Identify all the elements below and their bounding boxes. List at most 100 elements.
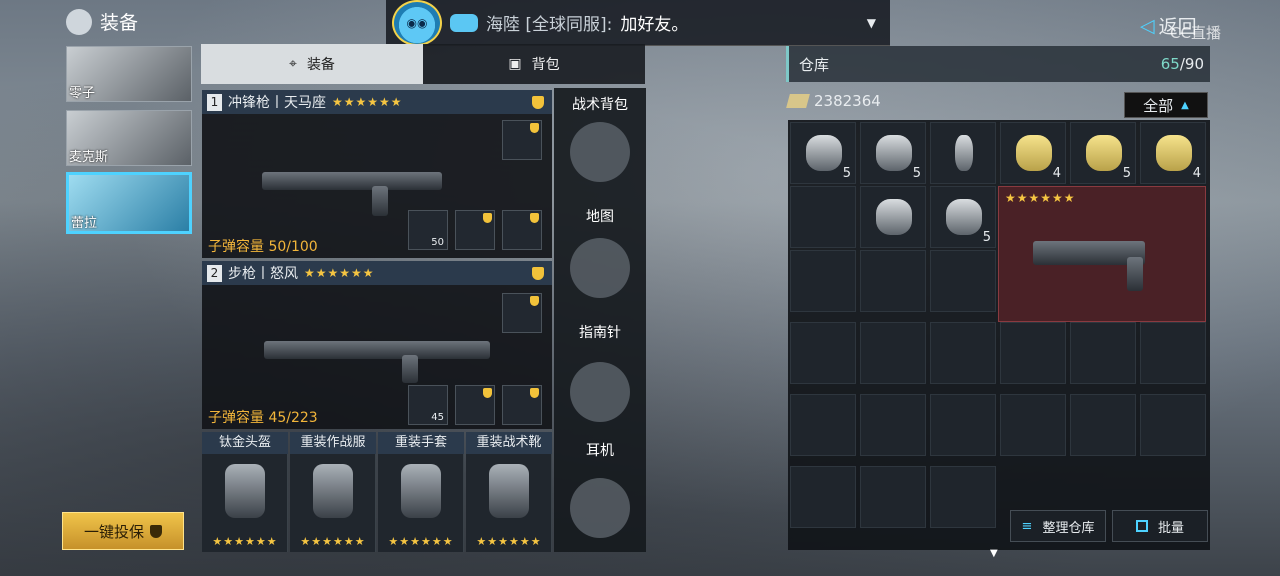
tab-equipment[interactable]: ⌖ 装备 <box>201 44 423 84</box>
vest-icon <box>313 464 353 518</box>
weapon-header: 1 冲锋枪丨天马座 ★★★★★★ <box>202 90 552 114</box>
item-qty: 4 <box>1052 166 1061 181</box>
magazine-slot[interactable]: 45 <box>408 385 448 425</box>
insured-shield-icon <box>532 95 544 109</box>
currency: 2382364 <box>786 92 881 110</box>
stock-slot[interactable] <box>502 385 542 425</box>
inventory-slot[interactable]: 5 <box>790 122 856 184</box>
inventory-slot-empty[interactable] <box>930 322 996 384</box>
inventory-slot-empty[interactable] <box>860 322 926 384</box>
batch-button[interactable]: 批量 <box>1112 510 1208 542</box>
inventory-slot-empty[interactable] <box>1070 394 1136 456</box>
inventory-slot-empty[interactable] <box>930 466 996 528</box>
weapon-panel-2[interactable]: 2 步枪丨怒风 ★★★★★★ 45 子弹容量 45/223 <box>202 261 552 429</box>
inventory-slot[interactable]: 5 <box>930 186 996 248</box>
compass-label: 指南针 <box>579 325 621 341</box>
weapon-panel-1[interactable]: 1 冲锋枪丨天马座 ★★★★★★ 50 子弹容量 50/100 <box>202 90 552 258</box>
ammo-pack-icon <box>1016 135 1052 171</box>
map-label: 地图 <box>586 209 614 225</box>
weapon-name: 步枪丨怒风 <box>228 266 298 282</box>
helmet-slot[interactable]: ★★★★★★ <box>202 454 288 552</box>
inventory-slot-empty[interactable] <box>790 186 856 248</box>
map-icon[interactable] <box>570 238 630 298</box>
weapon-name: 冲锋枪丨天马座 <box>228 95 326 111</box>
chevron-down-icon[interactable]: ▼ <box>867 16 876 30</box>
chat-channel: 海陸 [全球同服]: <box>486 15 613 35</box>
filter-label: 全部 <box>1143 96 1174 115</box>
inventory-slot[interactable] <box>860 186 926 248</box>
inventory-slot-empty[interactable] <box>1000 322 1066 384</box>
armor-label: 钛金头盔 <box>202 432 288 454</box>
drum-mag-icon <box>876 199 912 235</box>
character-card-0[interactable]: 零子 <box>66 46 192 102</box>
attachment-slot[interactable] <box>455 210 495 250</box>
suit-slot[interactable]: ★★★★★★ <box>290 454 376 552</box>
scroll-down-icon[interactable]: ▼ <box>990 548 998 559</box>
pistol-grip <box>1127 257 1143 291</box>
headset-icon[interactable] <box>570 478 630 538</box>
insure-all-button[interactable]: 一键投保 <box>62 512 184 550</box>
stock-slot[interactable] <box>502 210 542 250</box>
inventory-slot[interactable]: 4 <box>1140 122 1206 184</box>
inventory-slot-empty[interactable] <box>1140 394 1206 456</box>
inventory-slot-empty[interactable] <box>1000 394 1066 456</box>
inventory-slot-empty[interactable] <box>860 394 926 456</box>
chat-bar[interactable]: ◉◉ 海陸 [全球同服]: 加好友。 ▼ <box>386 0 890 46</box>
inventory-slot-empty[interactable] <box>790 394 856 456</box>
inventory-slot-empty[interactable] <box>930 394 996 456</box>
character-card-2[interactable]: 蕾拉 <box>66 172 192 234</box>
inventory-slot-empty[interactable] <box>790 250 856 312</box>
inventory-slot[interactable]: 5 <box>1070 122 1136 184</box>
weapon-index: 1 <box>207 93 222 111</box>
armor-row: 钛金头盔 重装作战服 重装手套 重装战术靴 ★★★★★★ ★★★★★★ ★★★★… <box>202 432 552 552</box>
inventory-slot[interactable] <box>930 122 996 184</box>
rifle-icon: ⌖ <box>289 56 297 72</box>
helmet-icon <box>225 464 265 518</box>
shield-icon <box>150 524 162 538</box>
selected-weapon-item[interactable]: ★★★★★★ <box>998 186 1206 322</box>
grenade-icon <box>946 199 982 235</box>
watermark: CC直播 <box>1170 24 1221 42</box>
list-icon: ≡ <box>1021 518 1033 534</box>
inventory-slot-empty[interactable] <box>790 466 856 528</box>
item-qty: 4 <box>1192 166 1201 181</box>
backpack-slot-icon[interactable] <box>570 122 630 182</box>
inventory-slot[interactable]: 4 <box>1000 122 1066 184</box>
item-qty: 5 <box>912 166 921 181</box>
scope-slot[interactable] <box>502 293 542 333</box>
item-stars: ★★★★★★ <box>388 535 454 548</box>
smg-image <box>262 172 442 190</box>
inventory-slot-empty[interactable] <box>930 250 996 312</box>
warehouse-count: 65 <box>1160 55 1180 73</box>
inventory-slot-empty[interactable] <box>790 322 856 384</box>
armor-label: 重装手套 <box>378 432 464 454</box>
insured-shield-icon <box>532 266 544 280</box>
rifle-image <box>264 341 490 359</box>
sort-label: 整理仓库 <box>1042 520 1095 536</box>
inventory-slot-empty[interactable] <box>1140 322 1206 384</box>
inventory-slot-empty[interactable] <box>1070 322 1136 384</box>
backpack-icon: ▣ <box>508 56 522 72</box>
money-icon <box>786 94 810 108</box>
character-name: 零子 <box>69 86 96 101</box>
compass-icon[interactable] <box>570 362 630 422</box>
tab-backpack[interactable]: ▣ 背包 <box>423 44 645 84</box>
boots-slot[interactable]: ★★★★★★ <box>466 454 552 552</box>
inventory-slot[interactable]: 5 <box>860 122 926 184</box>
scope-slot[interactable] <box>502 120 542 160</box>
warehouse-title: 仓库 <box>799 55 830 74</box>
warehouse-max: /90 <box>1179 55 1204 73</box>
inventory-slot-empty[interactable] <box>860 250 926 312</box>
gloves-slot[interactable]: ★★★★★★ <box>378 454 464 552</box>
page-title: 装备 <box>100 12 139 34</box>
weapon-stars: ★★★★★★ <box>304 266 375 280</box>
sort-warehouse-button[interactable]: ≡ 整理仓库 <box>1010 510 1106 542</box>
character-card-1[interactable]: 麦克斯 <box>66 110 192 166</box>
item-stars: ★★★★★★ <box>300 535 366 548</box>
gamepad-icon <box>450 13 478 32</box>
inventory-slot-empty[interactable] <box>860 466 926 528</box>
attachment-slot[interactable] <box>455 385 495 425</box>
magazine-slot[interactable]: 50 <box>408 210 448 250</box>
insure-label: 一键投保 <box>83 522 144 541</box>
filter-dropdown[interactable]: 全部 ▲ <box>1124 92 1208 118</box>
